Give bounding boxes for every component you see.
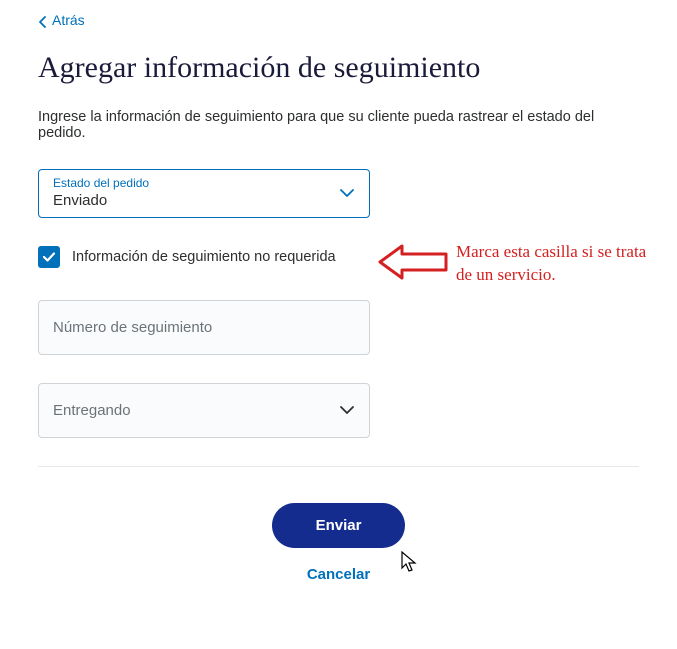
- chevron-down-icon: [339, 185, 355, 203]
- order-status-label: Estado del pedido: [53, 176, 149, 190]
- tracking-number-input[interactable]: Número de seguimiento: [38, 300, 370, 355]
- page-title: Agregar información de seguimiento: [38, 51, 639, 85]
- carrier-select[interactable]: Entregando: [38, 383, 370, 438]
- back-link[interactable]: Atrás: [38, 12, 85, 28]
- tracking-not-required-checkbox[interactable]: [38, 246, 60, 268]
- page-instruction: Ingrese la información de seguimiento pa…: [38, 109, 639, 141]
- back-link-label: Atrás: [52, 12, 85, 28]
- tracking-number-placeholder: Número de seguimiento: [39, 301, 369, 354]
- cancel-link[interactable]: Cancelar: [307, 566, 370, 583]
- divider: [38, 466, 639, 467]
- tracking-not-required-label: Información de seguimiento no requerida: [72, 249, 336, 265]
- chevron-left-icon: [38, 15, 48, 25]
- order-status-select[interactable]: Estado del pedido Enviado: [38, 169, 370, 218]
- submit-button[interactable]: Enviar: [272, 503, 406, 548]
- chevron-down-icon: [339, 402, 355, 420]
- check-icon: [42, 251, 56, 263]
- carrier-placeholder: Entregando: [39, 384, 369, 437]
